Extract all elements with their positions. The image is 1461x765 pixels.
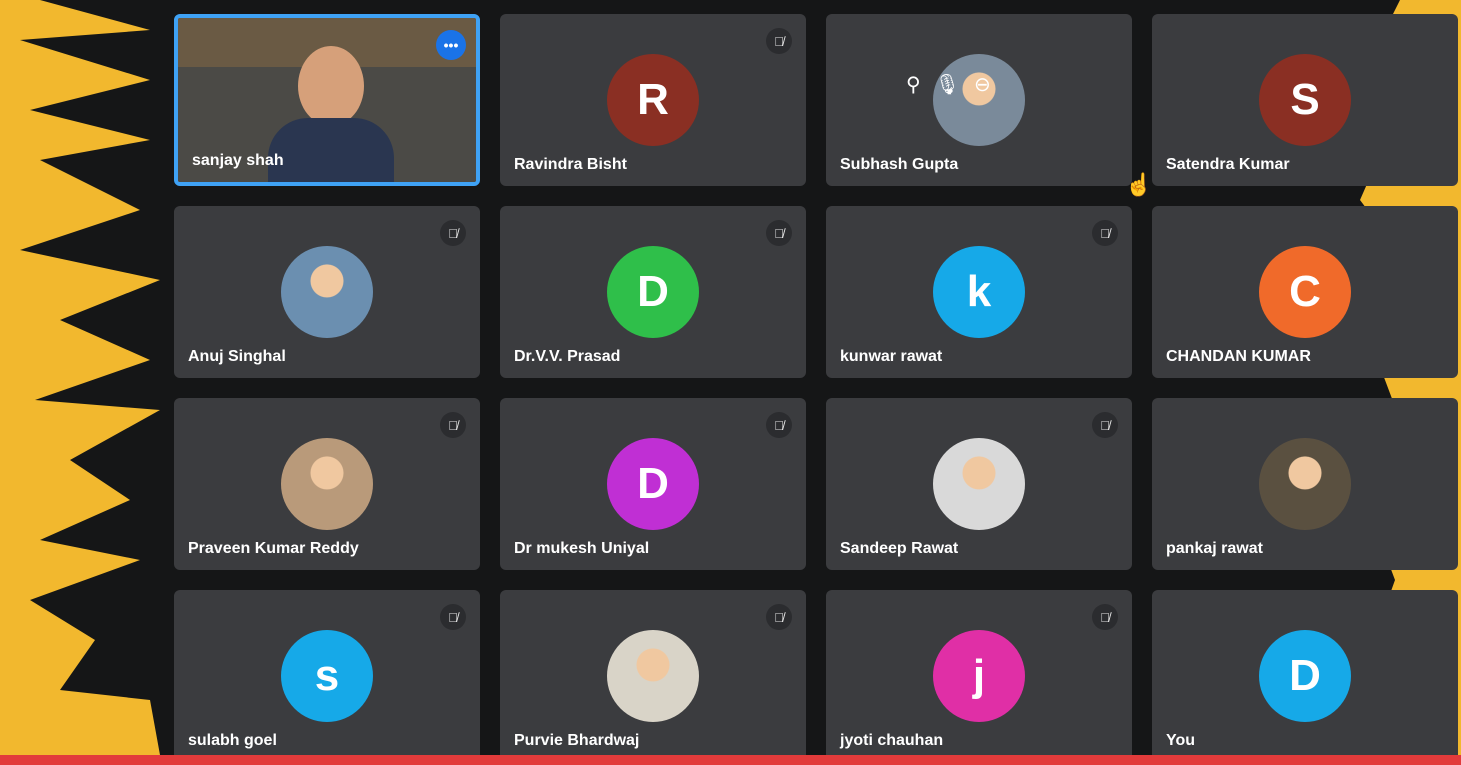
participant-avatar: S <box>1259 54 1351 146</box>
participant-name: Satendra Kumar <box>1166 156 1290 173</box>
participant-tile[interactable]: ••• sanjay shah <box>174 14 480 186</box>
mic-off-icon: 🎙̸ <box>1092 220 1118 246</box>
participant-tile[interactable]: 🎙̸ Praveen Kumar Reddy <box>174 398 480 570</box>
participant-tile[interactable]: 🎙̸ Anuj Singhal <box>174 206 480 378</box>
participant-name: CHANDAN KUMAR <box>1166 348 1311 365</box>
mic-off-icon: 🎙̸ <box>766 604 792 630</box>
hand-cursor-icon: ☝ <box>1125 172 1153 197</box>
hover-controls: ⚲ 🎙 ⊖ <box>906 72 991 97</box>
participant-avatar: j <box>933 630 1025 722</box>
participant-avatar <box>281 438 373 530</box>
mic-off-icon: 🎙̸ <box>440 604 466 630</box>
participant-name: Dr mukesh Uniyal <box>514 540 650 557</box>
participant-avatar <box>1259 438 1351 530</box>
participant-tile[interactable]: D 🎙̸ Dr mukesh Uniyal <box>500 398 806 570</box>
participant-name: Dr.V.V. Prasad <box>514 348 621 365</box>
participant-name: Sandeep Rawat <box>840 540 959 557</box>
participant-avatar <box>933 54 1025 146</box>
bottom-bar <box>0 755 1461 765</box>
mic-off-icon: 🎙̸ <box>1092 412 1118 438</box>
mic-icon[interactable]: 🎙 <box>935 72 960 97</box>
participant-tile[interactable]: pankaj rawat <box>1152 398 1458 570</box>
participant-name: sanjay shah <box>192 152 284 169</box>
participant-tile[interactable]: k 🎙̸ kunwar rawat <box>826 206 1132 378</box>
participant-tile[interactable]: j 🎙̸ jyoti chauhan <box>826 590 1132 762</box>
participant-name: sulabh goel <box>188 732 277 749</box>
mic-off-icon: 🎙̸ <box>766 220 792 246</box>
participant-avatar: D <box>1259 630 1351 722</box>
participant-name: Ravindra Bisht <box>514 156 627 173</box>
participant-avatar: D <box>607 246 699 338</box>
participant-name: You <box>1166 732 1196 749</box>
participant-tile[interactable]: D You <box>1152 590 1458 762</box>
participant-avatar: s <box>281 630 373 722</box>
participant-avatar: k <box>933 246 1025 338</box>
participant-tile[interactable]: S Satendra Kumar <box>1152 14 1458 186</box>
mic-off-icon: 🎙̸ <box>440 220 466 246</box>
pin-icon[interactable]: ⚲ <box>906 72 921 97</box>
participant-name: Anuj Singhal <box>188 348 286 365</box>
participant-name: Purvie Bhardwaj <box>514 732 640 749</box>
mic-off-icon: 🎙̸ <box>440 412 466 438</box>
mic-off-icon: 🎙̸ <box>1092 604 1118 630</box>
speaker-body <box>268 118 394 182</box>
remove-icon[interactable]: ⊖ <box>974 72 991 97</box>
participant-name: jyoti chauhan <box>840 732 944 749</box>
participant-tile[interactable]: ⚲ 🎙 ⊖ Subhash Gupta <box>826 14 1132 186</box>
mic-off-icon: 🎙̸ <box>766 412 792 438</box>
participant-avatar: C <box>1259 246 1351 338</box>
participant-avatar <box>933 438 1025 530</box>
participant-tile[interactable]: D 🎙̸ Dr.V.V. Prasad <box>500 206 806 378</box>
participant-tile[interactable]: s 🎙̸ sulabh goel <box>174 590 480 762</box>
participant-avatar: D <box>607 438 699 530</box>
mic-off-icon: 🎙̸ <box>766 28 792 54</box>
participant-tile[interactable]: C CHANDAN KUMAR <box>1152 206 1458 378</box>
participant-name: Subhash Gupta <box>840 156 959 173</box>
more-options-icon[interactable]: ••• <box>436 30 466 60</box>
participant-tile[interactable]: R 🎙̸ Ravindra Bisht <box>500 14 806 186</box>
participant-tile[interactable]: 🎙̸ Sandeep Rawat <box>826 398 1132 570</box>
participant-name: pankaj rawat <box>1166 540 1263 557</box>
participant-avatar <box>281 246 373 338</box>
participant-name: Praveen Kumar Reddy <box>188 540 359 557</box>
participant-avatar <box>607 630 699 722</box>
participant-tile[interactable]: 🎙̸ Purvie Bhardwaj <box>500 590 806 762</box>
speaker-face <box>298 46 364 126</box>
participant-avatar: R <box>607 54 699 146</box>
participant-name: kunwar rawat <box>840 348 943 365</box>
